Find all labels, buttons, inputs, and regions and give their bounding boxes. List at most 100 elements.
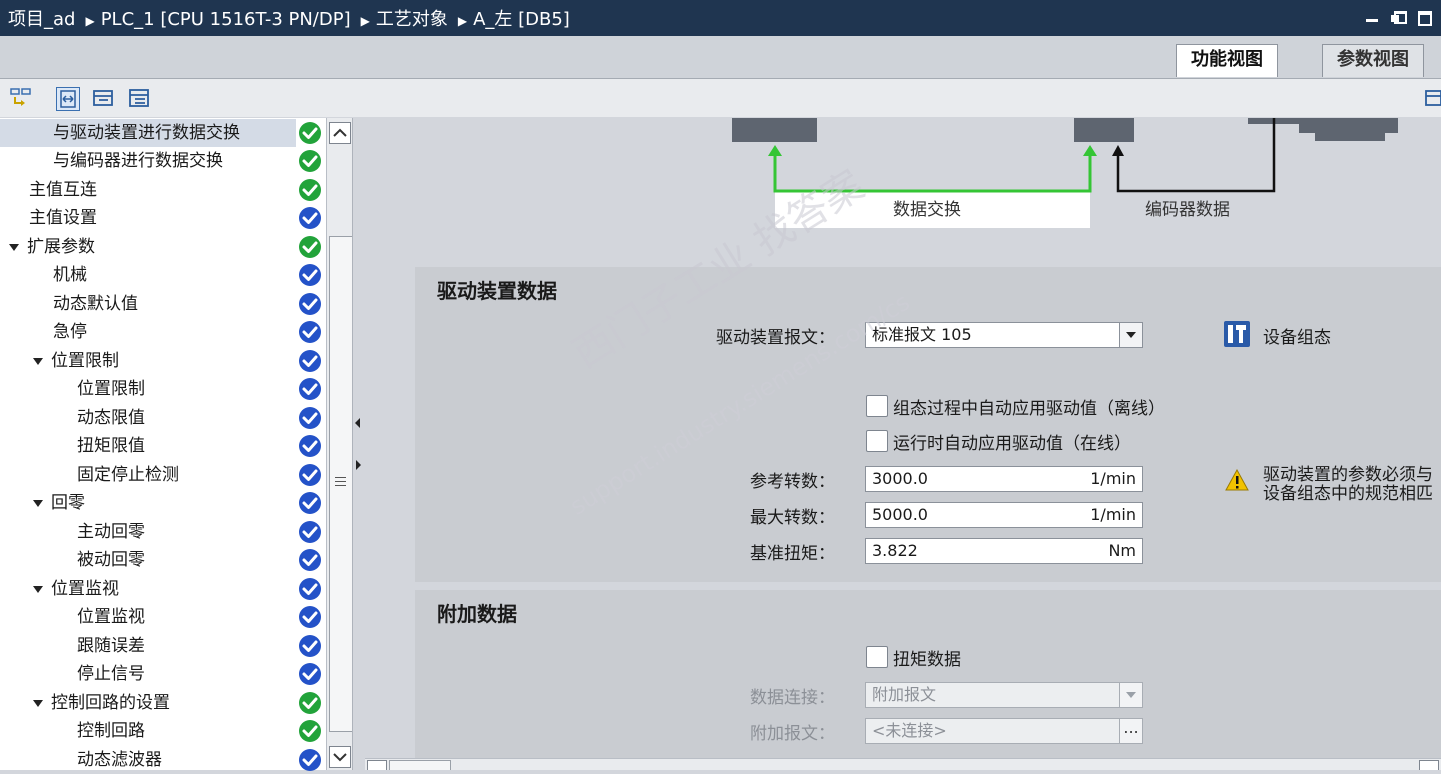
expand-collapse-icon[interactable] bbox=[56, 87, 80, 111]
ref-speed-unit: 1/min bbox=[1090, 469, 1136, 488]
browse-button[interactable]: ... bbox=[1119, 719, 1142, 743]
expand-arrow-icon[interactable] bbox=[33, 357, 43, 365]
folder-collapse-icon[interactable] bbox=[92, 87, 114, 109]
scroll-thumb[interactable] bbox=[389, 760, 451, 770]
toolbar bbox=[0, 79, 1441, 117]
status-column bbox=[296, 118, 326, 771]
torque-data-checkbox[interactable] bbox=[866, 646, 888, 668]
breadcrumb-arrow-icon: ▶ bbox=[457, 14, 468, 28]
tree-item-position-limits-group[interactable]: 位置限制 bbox=[33, 347, 119, 375]
expand-arrow-icon[interactable] bbox=[9, 243, 19, 251]
status-ok-icon bbox=[299, 236, 321, 258]
tree-item-following-error[interactable]: 跟随误差 bbox=[77, 632, 145, 660]
status-ok-icon bbox=[299, 350, 321, 372]
tree-item-homing-group[interactable]: 回零 bbox=[33, 489, 85, 517]
tree-item-position-monitoring[interactable]: 位置监视 bbox=[77, 603, 145, 631]
tree-item-position-monitoring-group[interactable]: 位置监视 bbox=[33, 575, 119, 603]
scroll-left-button[interactable] bbox=[367, 760, 387, 770]
tree-item-emergency-stop[interactable]: 急停 bbox=[53, 318, 87, 346]
tree-item-standstill-signal[interactable]: 停止信号 bbox=[77, 660, 145, 688]
tree-item-label: 主值互连 bbox=[29, 180, 97, 200]
network-view-icon[interactable] bbox=[10, 87, 32, 109]
maximize-icon[interactable] bbox=[1417, 10, 1432, 26]
tree-item-label: 跟随误差 bbox=[77, 636, 145, 656]
status-ok-icon bbox=[299, 321, 321, 343]
tree-item-active-homing[interactable]: 主动回零 bbox=[77, 518, 145, 546]
expand-arrow-icon[interactable] bbox=[33, 499, 43, 507]
device-config-link[interactable]: 设备组态 bbox=[1263, 323, 1331, 348]
max-speed-field[interactable]: 5000.0 1/min bbox=[865, 502, 1143, 528]
tree-item-label: 位置监视 bbox=[51, 579, 119, 599]
tree-item-encoder-exchange[interactable]: 与编码器进行数据交换 bbox=[53, 147, 223, 175]
auto-online-checkbox[interactable] bbox=[866, 430, 888, 452]
tree-item-label: 位置监视 bbox=[77, 607, 145, 627]
breadcrumb-object[interactable]: A_左 [DB5] bbox=[473, 9, 570, 30]
ref-speed-field[interactable]: 3000.0 1/min bbox=[865, 466, 1143, 492]
tree-item-label: 控制回路的设置 bbox=[51, 693, 170, 713]
expand-arrow-icon[interactable] bbox=[33, 585, 43, 593]
minimize-icon[interactable] bbox=[1365, 10, 1379, 24]
tree-item-drive-exchange[interactable]: 与驱动装置进行数据交换 bbox=[0, 119, 296, 147]
status-ok-icon bbox=[299, 492, 321, 514]
breadcrumb-arrow-icon: ▶ bbox=[85, 14, 95, 28]
scroll-thumb[interactable] bbox=[329, 236, 353, 732]
tab-function-view[interactable]: 功能视图 bbox=[1176, 44, 1278, 77]
main-panel: 数据交换 编码器数据 驱动装置数据 驱动装置报文： 标准报文 105 设备组态 … bbox=[365, 118, 1441, 770]
ref-torque-field[interactable]: 3.822 Nm bbox=[865, 538, 1143, 564]
max-speed-label: 最大转数： bbox=[750, 508, 835, 528]
telegram-label: 驱动装置报文： bbox=[716, 328, 835, 348]
scroll-up-button[interactable] bbox=[329, 122, 351, 144]
tree-item-master-settings[interactable]: 主值设置 bbox=[29, 204, 97, 232]
tree-item-dynamic-limits[interactable]: 动态限值 bbox=[77, 404, 145, 432]
tree-item-label: 动态限值 bbox=[77, 408, 145, 428]
status-ok-icon bbox=[299, 663, 321, 685]
additional-telegram-field[interactable]: <未连接> ... bbox=[865, 718, 1143, 744]
data-connection-dropdown[interactable]: 附加报文 bbox=[865, 682, 1143, 708]
telegram-value: 标准报文 105 bbox=[872, 325, 972, 344]
tree-item-label: 被动回零 bbox=[77, 550, 145, 570]
chevron-down-icon[interactable] bbox=[1119, 683, 1142, 707]
device-config-icon[interactable] bbox=[1223, 320, 1251, 348]
ref-torque-label: 基准扭矩： bbox=[750, 544, 835, 564]
pane-splitter[interactable] bbox=[352, 118, 366, 770]
status-ok-icon bbox=[299, 435, 321, 457]
scroll-right-button[interactable] bbox=[1419, 760, 1439, 770]
collapse-left-icon[interactable] bbox=[355, 418, 360, 428]
tree-item-label: 动态默认值 bbox=[53, 294, 138, 314]
tree-item-mechanics[interactable]: 机械 bbox=[53, 261, 87, 289]
tree-item-passive-homing[interactable]: 被动回零 bbox=[77, 546, 145, 574]
tree-item-fixed-stop[interactable]: 固定停止检测 bbox=[77, 461, 179, 489]
scroll-down-button[interactable] bbox=[329, 746, 351, 768]
expand-right-icon[interactable] bbox=[356, 460, 361, 470]
tree-item-label: 固定停止检测 bbox=[77, 465, 179, 485]
tree-item-position-limits[interactable]: 位置限制 bbox=[77, 375, 145, 403]
main-horizontal-scrollbar[interactable] bbox=[365, 758, 1441, 770]
chevron-down-icon[interactable] bbox=[1119, 323, 1142, 347]
tree-item-label: 动态滤波器 bbox=[77, 750, 162, 770]
tree-item-control-loop-group[interactable]: 控制回路的设置 bbox=[33, 689, 170, 717]
expand-arrow-icon[interactable] bbox=[33, 699, 43, 707]
tree-item-dynamic-defaults[interactable]: 动态默认值 bbox=[53, 290, 138, 318]
status-ok-icon bbox=[299, 606, 321, 628]
status-ok-icon bbox=[299, 464, 321, 486]
panel-toggle-icon[interactable] bbox=[1424, 87, 1441, 109]
tab-parameter-view[interactable]: 参数视图 bbox=[1322, 44, 1424, 77]
breadcrumb-project[interactable]: 项目_ad bbox=[8, 9, 75, 30]
folder-expand-icon[interactable] bbox=[128, 87, 150, 109]
status-ok-icon bbox=[299, 407, 321, 429]
status-ok-icon bbox=[299, 635, 321, 657]
tree-item-extended-params[interactable]: 扩展参数 bbox=[9, 233, 95, 261]
auto-offline-checkbox[interactable] bbox=[866, 395, 888, 417]
additional-telegram-value: <未连接> bbox=[872, 721, 947, 740]
tree-scrollbar[interactable] bbox=[326, 118, 353, 770]
status-ok-icon bbox=[299, 179, 321, 201]
max-speed-value: 5000.0 bbox=[872, 505, 928, 524]
telegram-dropdown[interactable]: 标准报文 105 bbox=[865, 322, 1143, 348]
restore-icon[interactable] bbox=[1391, 10, 1407, 24]
tree-item-torque-limits[interactable]: 扭矩限值 bbox=[77, 432, 145, 460]
additional-telegram-label: 附加报文： bbox=[750, 724, 835, 744]
breadcrumb-tech-objects[interactable]: 工艺对象 bbox=[376, 9, 448, 30]
tree-item-control-loop[interactable]: 控制回路 bbox=[77, 717, 145, 745]
breadcrumb-plc[interactable]: PLC_1 [CPU 1516T-3 PN/DP] bbox=[101, 9, 351, 30]
tree-item-master-interconnect[interactable]: 主值互连 bbox=[29, 176, 97, 204]
